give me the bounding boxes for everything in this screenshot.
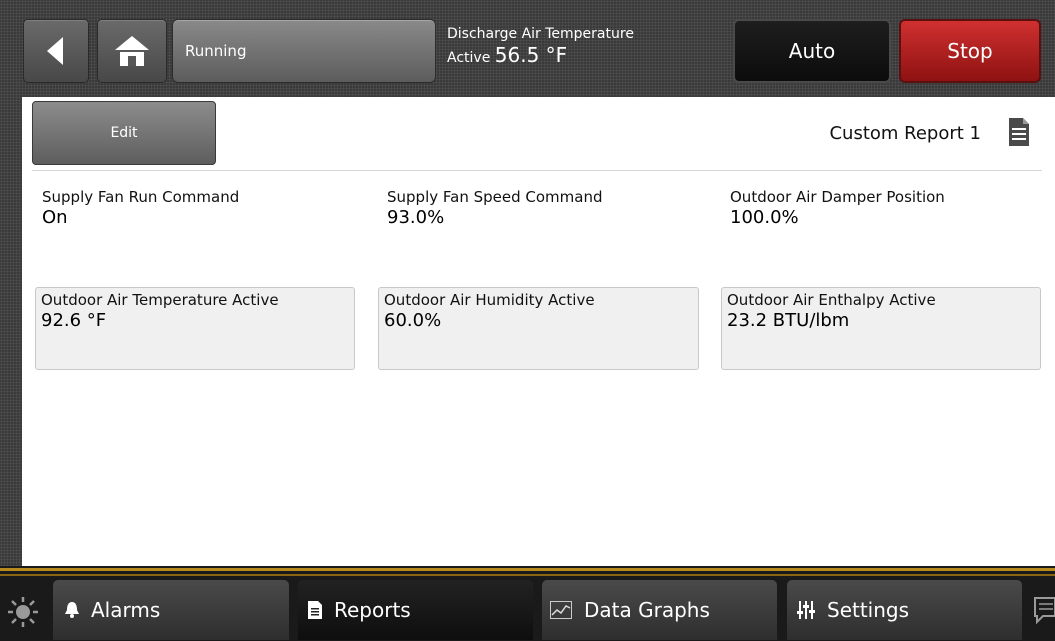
point-value: On (42, 207, 68, 228)
point-supply-fan-run-command: Supply Fan Run Command On (42, 188, 362, 230)
report-content: Edit Custom Report 1 Supply Fan Run Comm… (22, 97, 1055, 566)
stop-button[interactable]: Stop (899, 19, 1041, 83)
chat-icon[interactable] (1033, 596, 1055, 626)
edit-button[interactable]: Edit (32, 101, 216, 165)
point-label: Outdoor Air Damper Position (730, 188, 945, 206)
point-value: 100.0% (730, 207, 799, 228)
point-value: 60.0% (384, 310, 442, 331)
auto-button[interactable]: Auto (733, 19, 891, 83)
document-icon (308, 601, 322, 619)
edit-button-label: Edit (110, 125, 138, 141)
tab-alarms[interactable]: Alarms (52, 579, 290, 641)
report-title: Custom Report 1 (829, 123, 981, 144)
discharge-active-label: Active (447, 50, 491, 66)
tab-reports[interactable]: Reports (297, 579, 534, 641)
point-outdoor-air-damper-position: Outdoor Air Damper Position 100.0% (730, 188, 1050, 230)
tab-reports-label: Reports (334, 598, 411, 622)
discharge-air-temp-value: 56.5 °F (494, 43, 568, 67)
nav-accent-line (0, 568, 1055, 571)
tab-alarms-label: Alarms (91, 598, 161, 622)
discharge-air-temp-row: Active 56.5 °F (447, 43, 634, 67)
sliders-icon (797, 601, 815, 619)
back-button[interactable] (23, 19, 89, 83)
stop-button-label: Stop (947, 39, 993, 63)
point-label: Supply Fan Run Command (42, 188, 240, 206)
point-outdoor-air-enthalpy[interactable]: Outdoor Air Enthalpy Active 23.2 BTU/lbm (721, 287, 1041, 370)
home-button[interactable] (97, 19, 167, 83)
line-graph-icon (550, 601, 572, 619)
tab-settings-label: Settings (827, 598, 910, 622)
document-icon[interactable] (1009, 118, 1029, 146)
tab-data-graphs[interactable]: Data Graphs (541, 579, 778, 641)
point-supply-fan-speed-command: Supply Fan Speed Command 93.0% (387, 188, 707, 230)
point-label: Outdoor Air Humidity Active (384, 291, 595, 309)
auto-button-label: Auto (788, 39, 836, 63)
back-arrow-icon (47, 37, 63, 65)
point-value: 23.2 BTU/lbm (727, 310, 850, 331)
nav-accent-line-2 (0, 574, 1055, 576)
tab-data-graphs-label: Data Graphs (584, 598, 710, 622)
bell-icon (65, 602, 79, 618)
point-outdoor-air-humidity[interactable]: Outdoor Air Humidity Active 60.0% (378, 287, 699, 370)
point-label: Supply Fan Speed Command (387, 188, 603, 206)
discharge-air-temp: Discharge Air Temperature Active 56.5 °F (447, 26, 634, 67)
point-label: Outdoor Air Enthalpy Active (727, 291, 936, 309)
status-display[interactable]: Running (172, 19, 436, 83)
discharge-air-temp-label: Discharge Air Temperature (447, 26, 634, 42)
point-label: Outdoor Air Temperature Active (41, 291, 279, 309)
sun-icon[interactable] (7, 596, 39, 628)
header: Running Discharge Air Temperature Active… (0, 0, 1055, 92)
status-text: Running (185, 42, 247, 60)
point-outdoor-air-temperature[interactable]: Outdoor Air Temperature Active 92.6 °F (35, 287, 355, 370)
point-value: 93.0% (387, 207, 445, 228)
home-icon (115, 36, 149, 66)
tab-settings[interactable]: Settings (786, 579, 1023, 641)
point-value: 92.6 °F (41, 310, 107, 331)
divider (32, 170, 1042, 171)
